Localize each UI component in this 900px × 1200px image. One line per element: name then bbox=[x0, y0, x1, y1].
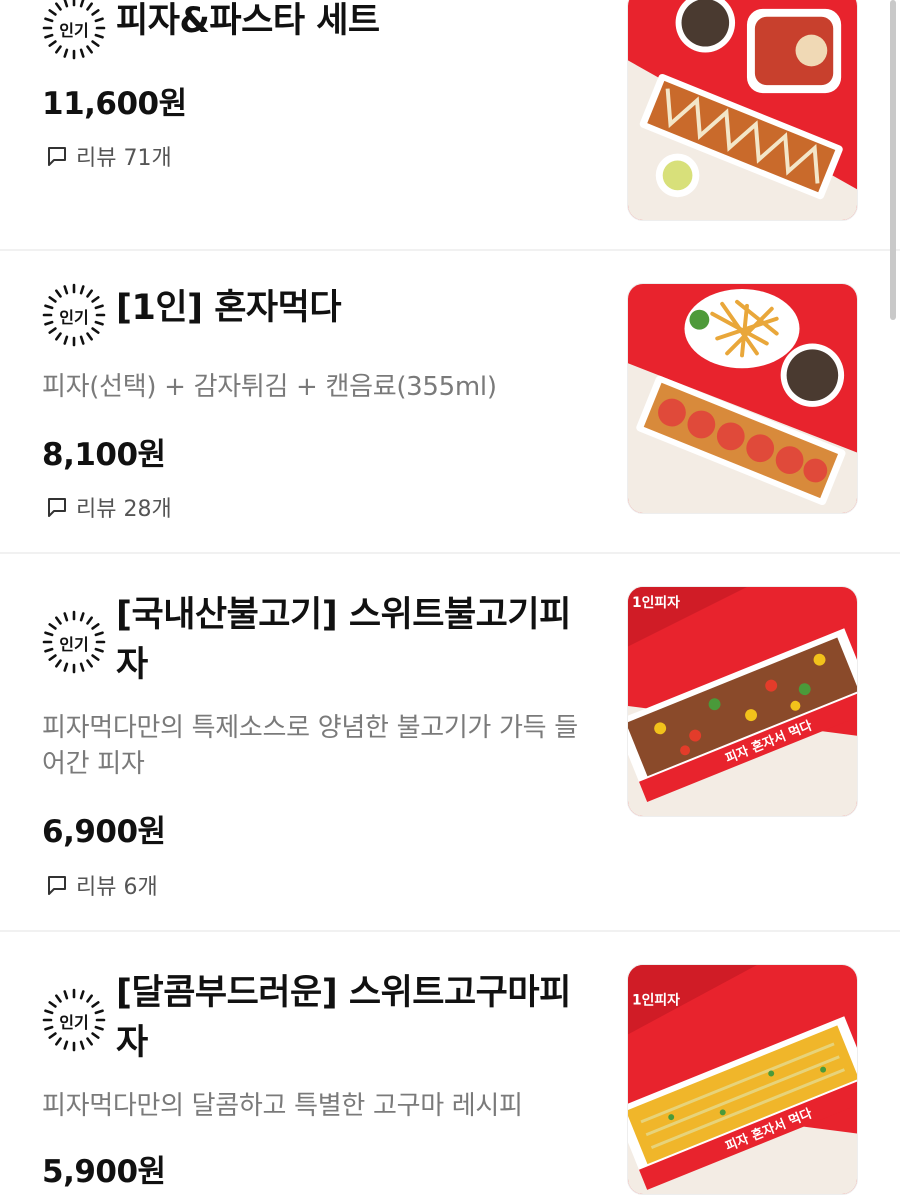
menu-item-description: 피자(선택) + 감자튀김 + 캔음료(355ml) bbox=[42, 372, 497, 402]
menu-item-photo[interactable]: 1인피자 피자 혼자서 먹다 bbox=[627, 964, 858, 1195]
menu-item[interactable]: 인기 [1인] 혼자먹다 피자(선택) + 감자튀김 + 캔음료(355ml) … bbox=[0, 251, 900, 551]
menu-item-photo[interactable] bbox=[627, 283, 858, 514]
review-label: 리뷰 28개 bbox=[76, 497, 172, 522]
svg-text:인기: 인기 bbox=[59, 21, 88, 40]
popular-badge-icon: 인기 bbox=[42, 988, 106, 1052]
sweet-potato-pizza-image: 1인피자 피자 혼자서 먹다 bbox=[628, 965, 857, 1194]
menu-item-price: 11,600원 bbox=[42, 86, 187, 122]
menu-item-title: [1인] 혼자먹다 bbox=[116, 288, 342, 328]
menu-item-photo[interactable] bbox=[627, 0, 858, 221]
menu-item-title: 피자&파스타 세트 bbox=[116, 1, 380, 41]
menu-item-price: 6,900원 bbox=[42, 814, 166, 850]
menu-item-title-row: 인기 [달콤부드러운] 스위트고구마피 자 bbox=[42, 968, 571, 1068]
popular-badge-icon: 인기 bbox=[42, 0, 106, 60]
pizza-pasta-set-image bbox=[628, 0, 857, 220]
speech-bubble-icon bbox=[48, 147, 66, 166]
popular-badge-icon: 인기 bbox=[42, 283, 106, 347]
solo-set-image bbox=[628, 284, 857, 513]
review-count[interactable]: 리뷰 71개 bbox=[46, 140, 172, 172]
popular-badge-icon: 인기 bbox=[42, 610, 106, 674]
menu-item-title: [달콤부드러운] 스위트고구마피 자 bbox=[116, 973, 571, 1063]
menu-item[interactable]: 인기 피자&파스타 세트 11,600원 리뷰 71개 bbox=[0, 0, 900, 250]
speech-bubble-icon bbox=[48, 876, 66, 895]
bulgogi-pizza-image: 1인피자 피자 혼자서 먹다 bbox=[628, 587, 857, 816]
menu-item-title-row: 인기 피자&파스타 세트 bbox=[42, 0, 380, 60]
review-label: 리뷰 71개 bbox=[76, 146, 172, 171]
menu-item[interactable]: 인기 [달콤부드러운] 스위트고구마피 자 피자먹다만의 달콤하고 특별한 고구… bbox=[0, 932, 900, 1200]
speech-bubble-icon bbox=[48, 498, 66, 517]
menu-item-price: 5,900원 bbox=[42, 1154, 166, 1190]
menu-item-description: 피자먹다만의 달콤하고 특별한 고구마 레시피 bbox=[42, 1091, 523, 1121]
svg-text:인기: 인기 bbox=[59, 1013, 88, 1032]
menu-item[interactable]: 인기 [국내산불고기] 스위트불고기피 자 피자먹다만의 특제소스로 양념한 불… bbox=[0, 554, 900, 930]
menu-item-price: 8,100원 bbox=[42, 437, 166, 473]
menu-item-title-row: 인기 [1인] 혼자먹다 bbox=[42, 283, 342, 347]
svg-text:1인피자: 1인피자 bbox=[632, 992, 680, 1009]
menu-item-title: [국내산불고기] 스위트불고기피 자 bbox=[116, 595, 571, 685]
svg-text:인기: 인기 bbox=[59, 308, 88, 327]
menu-item-title-row: 인기 [국내산불고기] 스위트불고기피 자 bbox=[42, 590, 571, 690]
review-count[interactable]: 리뷰 28개 bbox=[46, 491, 172, 523]
svg-text:1인피자: 1인피자 bbox=[632, 594, 680, 611]
scrollbar[interactable] bbox=[890, 0, 896, 320]
review-count[interactable]: 리뷰 6개 bbox=[46, 869, 158, 901]
review-label: 리뷰 6개 bbox=[76, 875, 158, 900]
svg-text:인기: 인기 bbox=[59, 635, 88, 654]
menu-item-photo[interactable]: 1인피자 피자 혼자서 먹다 bbox=[627, 586, 858, 817]
menu-item-description: 피자먹다만의 특제소스로 양념한 불고기가 가득 들 어간 피자 bbox=[42, 713, 578, 779]
